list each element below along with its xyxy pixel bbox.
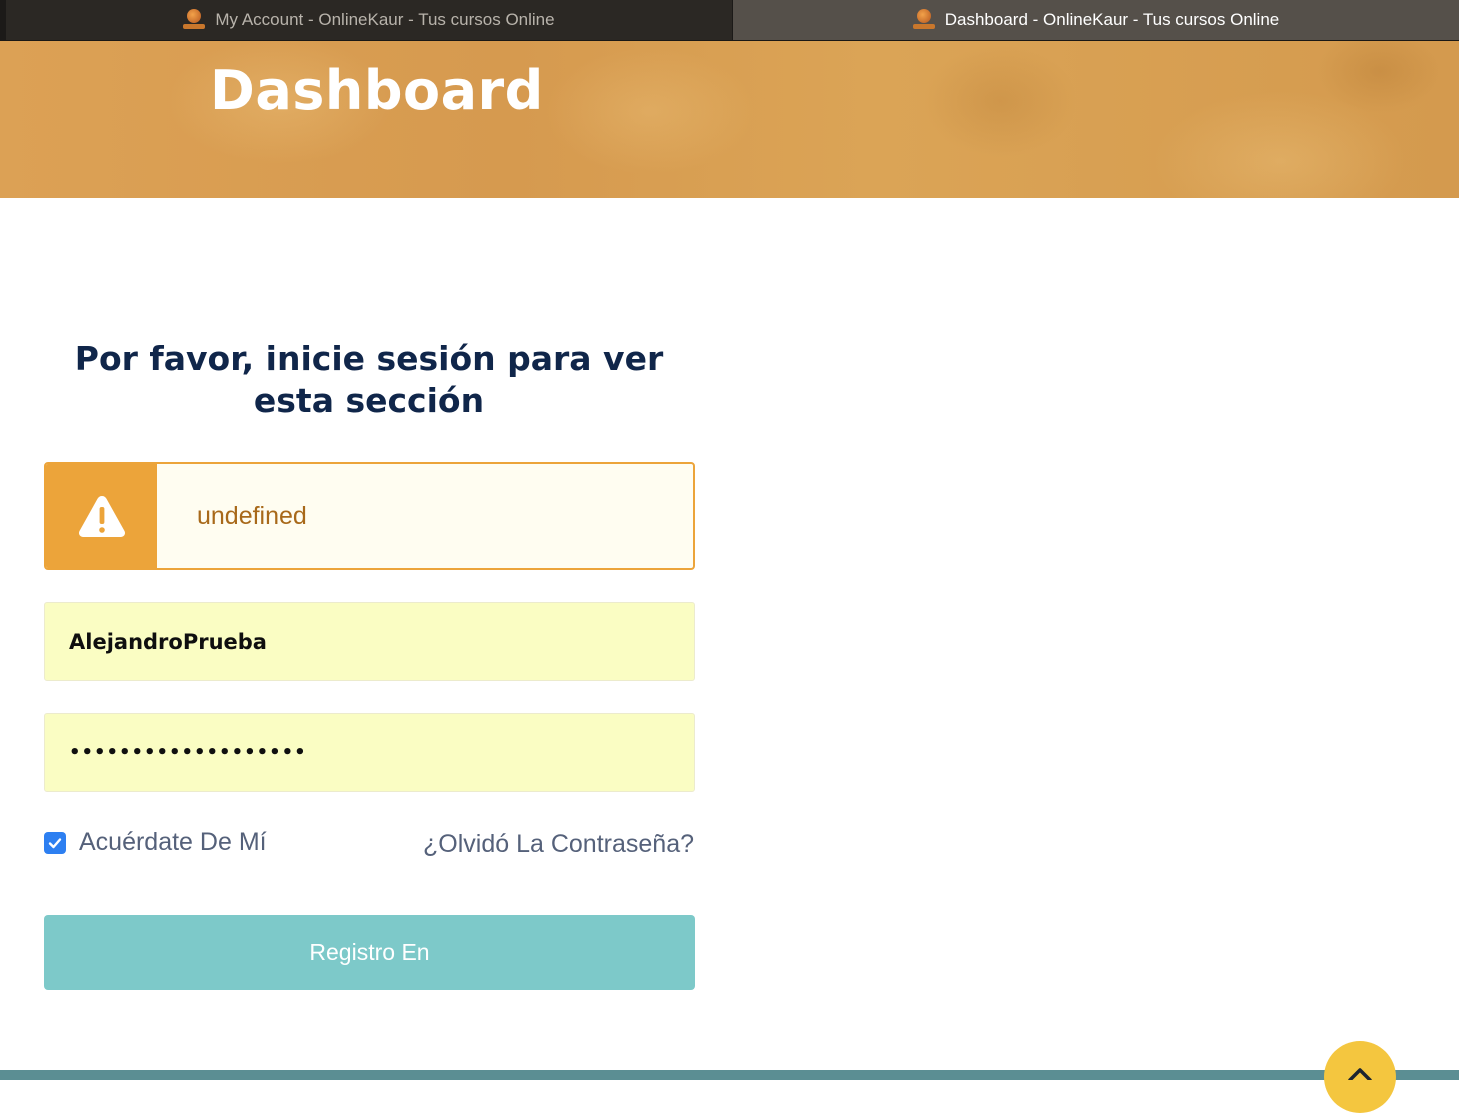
- login-button[interactable]: Registro En: [44, 915, 695, 990]
- browser-tab-title: Dashboard - OnlineKaur - Tus cursos Onli…: [944, 10, 1280, 29]
- browser-tab-dashboard[interactable]: Dashboard - OnlineKaur - Tus cursos Onli…: [732, 0, 1459, 40]
- browser-tab-title: My Account - OnlineKaur - Tus cursos Onl…: [215, 10, 555, 29]
- notice-icon-box: [46, 464, 157, 568]
- password-input[interactable]: [44, 713, 695, 792]
- remember-me[interactable]: Acuérdate De Mí: [44, 828, 267, 857]
- browser-tab-my-account[interactable]: My Account - OnlineKaur - Tus cursos Onl…: [0, 0, 732, 40]
- checkmark-icon: [48, 837, 62, 848]
- chevron-up-icon: [1348, 1068, 1372, 1080]
- login-heading: Por favor, inicie sesión para ver esta s…: [74, 339, 664, 420]
- browser-tab-bar: My Account - OnlineKaur - Tus cursos Onl…: [0, 0, 1459, 40]
- warning-icon: [78, 496, 125, 537]
- scroll-to-top-button[interactable]: [1324, 1041, 1396, 1113]
- remember-me-label: Acuérdate De Mí: [79, 828, 267, 856]
- onlinekaur-logo-icon: [912, 9, 935, 31]
- page-hero-banner: Dashboard: [0, 40, 1459, 198]
- username-input[interactable]: [44, 602, 695, 681]
- footer-strip: [0, 1070, 1459, 1080]
- forgot-password-link[interactable]: ¿Olvidó La Contraseña?: [423, 830, 694, 859]
- onlinekaur-logo-icon: [183, 9, 206, 31]
- notice-message: undefined: [197, 501, 307, 530]
- remember-me-checkbox[interactable]: [44, 831, 66, 854]
- login-notice: undefined: [44, 462, 695, 570]
- page-title: Dashboard: [210, 59, 544, 122]
